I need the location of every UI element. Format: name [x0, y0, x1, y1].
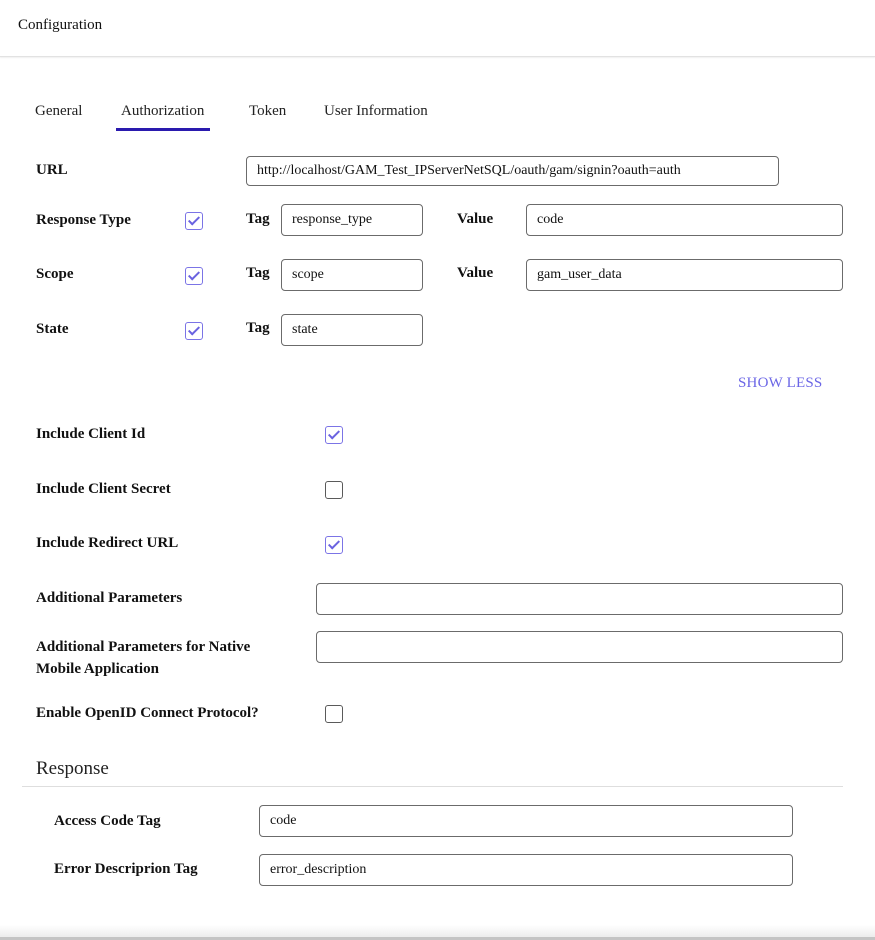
response-type-value-label: Value [457, 211, 494, 227]
include-redirect-url-label: Include Redirect URL [36, 535, 179, 551]
access-code-tag-label: Access Code Tag [54, 813, 161, 829]
enable-openid-checkbox[interactable] [325, 705, 343, 723]
additional-parameters-input[interactable] [316, 583, 843, 615]
state-checkbox[interactable] [185, 322, 203, 340]
state-label: State [36, 321, 69, 337]
scope-checkbox[interactable] [185, 267, 203, 285]
tab-authorization[interactable]: Authorization [115, 100, 211, 131]
state-tag-input[interactable] [281, 314, 423, 346]
include-client-secret-checkbox[interactable] [325, 481, 343, 499]
response-type-tag-input[interactable] [281, 204, 423, 236]
response-divider [22, 786, 843, 787]
url-input[interactable] [246, 156, 779, 186]
additional-parameters-label: Additional Parameters [36, 590, 183, 606]
response-type-value-input[interactable] [526, 204, 843, 236]
scope-value-label: Value [457, 265, 494, 281]
response-type-tag-label: Tag [246, 211, 270, 227]
enable-openid-label: Enable OpenID Connect Protocol? [36, 705, 259, 721]
scope-tag-input[interactable] [281, 259, 423, 291]
tab-token[interactable]: Token [249, 100, 286, 129]
tab-general[interactable]: General [35, 100, 82, 129]
panel-bottom-edge [0, 925, 875, 940]
additional-parameters-native-input[interactable] [316, 631, 843, 663]
state-tag-label: Tag [246, 320, 270, 336]
url-label: URL [36, 162, 68, 178]
response-type-checkbox[interactable] [185, 212, 203, 230]
tab-user-information[interactable]: User Information [324, 100, 428, 129]
error-description-tag-label: Error Descriprion Tag [54, 861, 198, 877]
scope-tag-label: Tag [246, 265, 270, 281]
include-client-id-checkbox[interactable] [325, 426, 343, 444]
access-code-tag-input[interactable] [259, 805, 793, 837]
header: Configuration [0, 0, 875, 57]
page-title: Configuration [18, 17, 103, 33]
scope-label: Scope [36, 266, 74, 282]
include-redirect-url-checkbox[interactable] [325, 536, 343, 554]
additional-parameters-native-label: Additional Parameters for Native Mobile … [36, 639, 251, 677]
error-description-tag-input[interactable] [259, 854, 793, 886]
show-less-link[interactable]: SHOW LESS [738, 375, 822, 392]
include-client-secret-label: Include Client Secret [36, 481, 171, 497]
scope-value-input[interactable] [526, 259, 843, 291]
include-client-id-label: Include Client Id [36, 426, 146, 442]
response-type-label: Response Type [36, 212, 131, 228]
response-section-title: Response [36, 758, 109, 779]
